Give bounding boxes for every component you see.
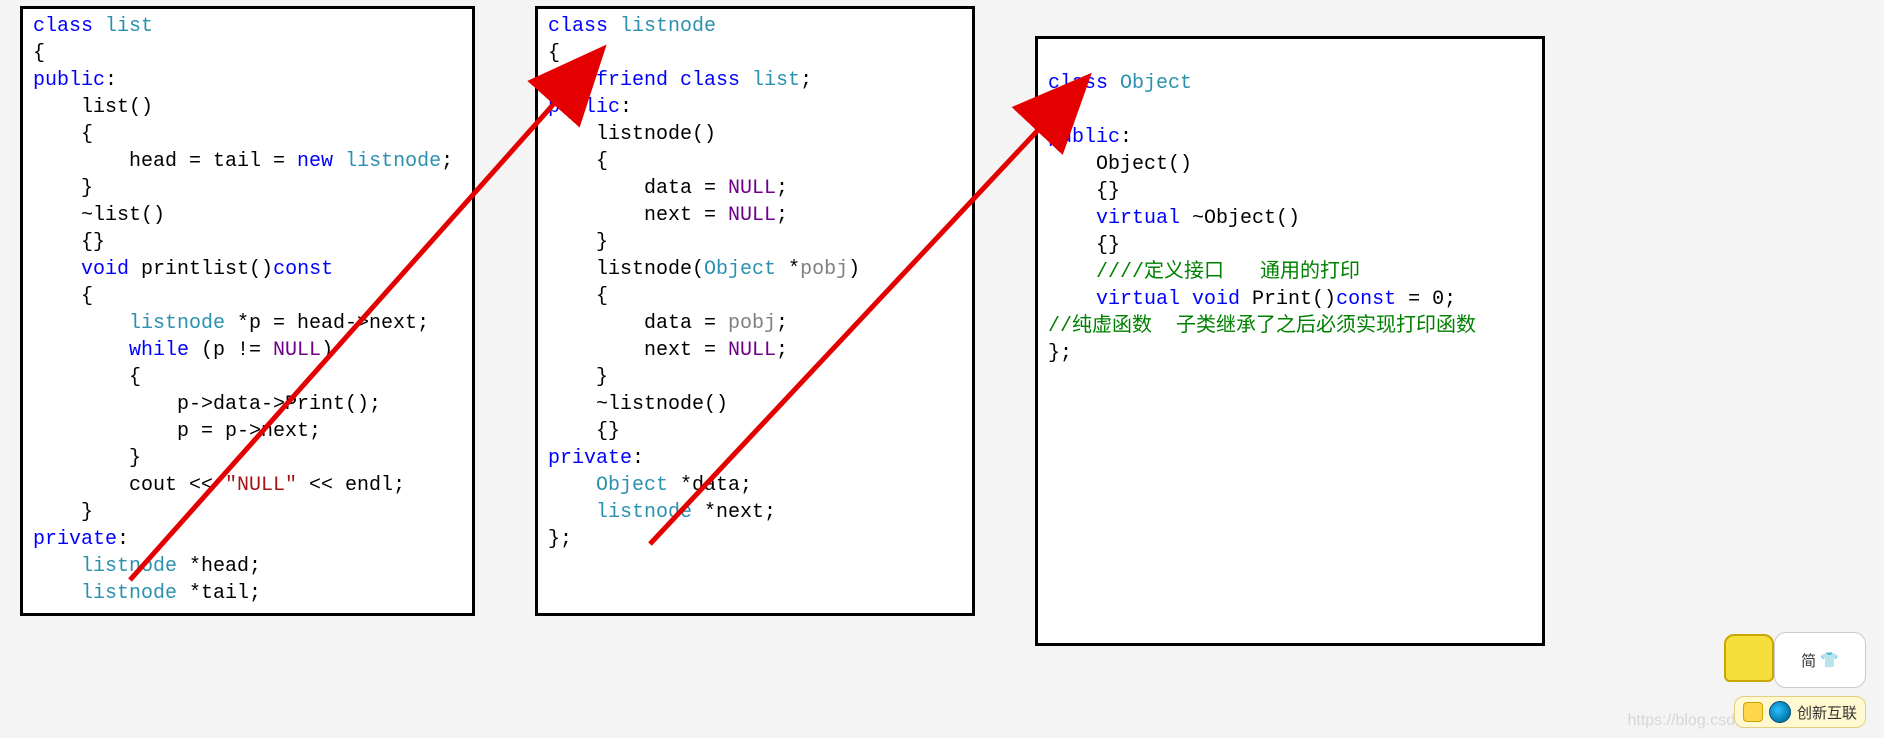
- code-line: ~list(): [33, 204, 165, 227]
- kw-public: public: [548, 96, 620, 119]
- code-line: {: [1048, 99, 1060, 122]
- code-line: list(): [33, 96, 153, 119]
- code-line: }: [33, 447, 141, 470]
- code-line: };: [548, 528, 572, 551]
- code-line: Object(): [1048, 153, 1192, 176]
- kw-class: class: [1048, 72, 1108, 95]
- code-line: {: [548, 42, 560, 65]
- avatar-bubble: 简 👕: [1774, 632, 1866, 688]
- cartoon-avatar-icon: [1724, 634, 1774, 682]
- kw-private: private: [548, 447, 632, 470]
- code-line: {}: [1048, 234, 1120, 257]
- comment-interface: ////定义接口 通用的打印: [1048, 261, 1360, 284]
- badge-label: 创新互联: [1797, 702, 1857, 723]
- code-box-list: class list { public: list() { head = tai…: [20, 6, 475, 616]
- kw-class: class: [33, 15, 93, 38]
- code-line: };: [1048, 342, 1072, 365]
- code-line: head = tail =: [33, 150, 297, 173]
- watermark-url: https://blog.csdn: [1627, 712, 1744, 730]
- code-line: p->data->Print();: [33, 393, 381, 416]
- code-line: ~listnode(): [548, 393, 728, 416]
- code-box-object: class Object { public: Object() {} virtu…: [1035, 36, 1545, 646]
- code-box-listnode: class listnode { friend class list; publ…: [535, 6, 975, 616]
- code-line: {}: [1048, 180, 1120, 203]
- brand-badge: 创新互联: [1734, 696, 1866, 728]
- code-line: {: [548, 285, 608, 308]
- diagram-container: class list { public: list() { head = tai…: [0, 0, 1884, 646]
- code-line: }: [33, 177, 93, 200]
- code-line: {}: [548, 420, 620, 443]
- code-line: {: [33, 285, 93, 308]
- code-line: listnode(): [548, 123, 716, 146]
- comment-purevirtual: //纯虚函数 子类继承了之后必须实现打印函数: [1048, 315, 1476, 338]
- code-line: p = p->next;: [33, 420, 321, 443]
- badge-square-icon: [1743, 702, 1763, 722]
- type-object: Object: [1108, 72, 1192, 95]
- code-line: {: [33, 366, 141, 389]
- type-list: list: [93, 15, 153, 38]
- code-line: }: [548, 231, 608, 254]
- type-listnode: listnode: [608, 15, 716, 38]
- kw-public: public: [33, 69, 105, 92]
- code-line: {: [33, 42, 45, 65]
- badge-logo-icon: [1769, 701, 1791, 723]
- kw-class: class: [548, 15, 608, 38]
- code-line: {}: [33, 231, 105, 254]
- kw-private: private: [33, 528, 117, 551]
- avatar-text: 简: [1801, 650, 1816, 671]
- kw-public: public: [1048, 126, 1120, 149]
- code-line: {: [548, 150, 608, 173]
- code-line: {: [33, 123, 93, 146]
- code-line: }: [33, 501, 93, 524]
- code-line: }: [548, 366, 608, 389]
